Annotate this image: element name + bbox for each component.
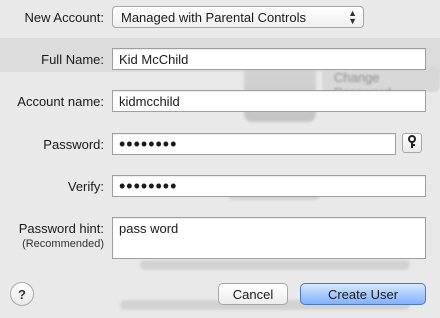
password-hint-value: pass word xyxy=(119,221,179,236)
create-user-button[interactable]: Create User xyxy=(300,283,426,305)
account-type-select[interactable]: Managed with Parental Controls ▲ ▼ xyxy=(112,6,364,28)
password-hint-field[interactable]: pass word xyxy=(112,217,426,259)
password-label: Password: xyxy=(43,137,104,152)
verify-label: Verify: xyxy=(67,179,104,194)
background-line xyxy=(140,260,410,270)
create-user-button-label: Create User xyxy=(327,286,399,302)
password-hint-label: Password hint: xyxy=(18,221,104,236)
recommended-label: (Recommended) xyxy=(22,238,104,250)
account-name-field[interactable]: kidmcchild xyxy=(112,90,426,112)
password-field[interactable]: •••••••• xyxy=(112,133,396,155)
verify-value: •••••••• xyxy=(119,176,178,196)
key-icon xyxy=(407,134,417,152)
full-name-label: Full Name: xyxy=(41,52,104,67)
help-icon: ? xyxy=(18,286,26,302)
cancel-button-label: Cancel xyxy=(232,286,274,302)
verify-field[interactable]: •••••••• xyxy=(112,175,426,197)
password-assistant-button[interactable] xyxy=(402,133,422,153)
account-name-value: kidmcchild xyxy=(119,94,180,109)
full-name-field[interactable]: Kid McChild xyxy=(112,48,426,70)
select-arrows-icon: ▲ ▼ xyxy=(348,8,357,26)
account-name-label: Account name: xyxy=(17,94,104,109)
full-name-value: Kid McChild xyxy=(119,52,189,67)
help-button[interactable]: ? xyxy=(10,282,34,306)
cancel-button[interactable]: Cancel xyxy=(218,283,288,305)
password-value: •••••••• xyxy=(119,134,178,154)
new-account-label: New Account: xyxy=(24,10,105,25)
account-type-value: Managed with Parental Controls xyxy=(121,10,306,25)
